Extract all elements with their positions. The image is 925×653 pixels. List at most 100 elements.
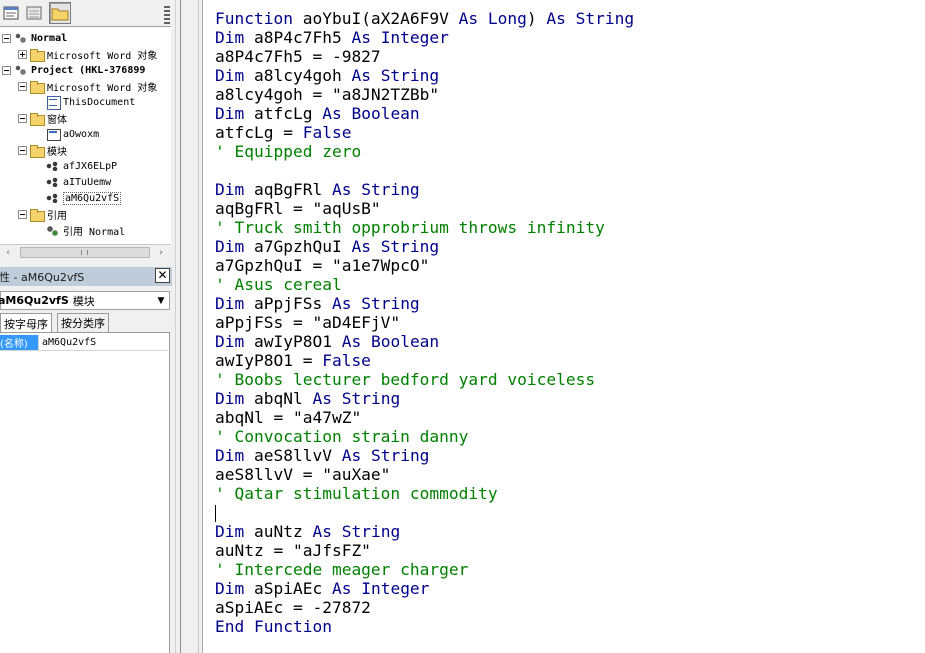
property-row-name[interactable]: (名称) aM6Qu2vfS xyxy=(0,335,168,351)
code-keyword: Dim xyxy=(215,294,245,313)
code-line[interactable]: aqBgFRl = "aqUsB" xyxy=(215,199,925,218)
code-comment: ' Qatar stimulation commodity xyxy=(215,484,498,503)
tree-item-label: Microsoft Word 对象 xyxy=(47,50,158,62)
view-object-button[interactable] xyxy=(23,2,45,24)
tab-categorized[interactable]: 按分类序 xyxy=(57,313,109,332)
tree-item[interactable]: Microsoft Word 对象 xyxy=(18,46,157,62)
scroll-thumb[interactable] xyxy=(20,247,150,258)
code-line[interactable]: awIyP8O1 = False xyxy=(215,351,925,370)
tree-item[interactable]: afJX6ELpP xyxy=(46,158,117,174)
toolbar-overflow-grip[interactable] xyxy=(162,4,172,24)
scroll-right-arrow-icon[interactable]: › xyxy=(153,245,169,261)
code-line[interactable]: Function aoYbuI(aX2A6F9V As Long) As Str… xyxy=(215,9,925,28)
code-line[interactable]: Dim abqNl As String xyxy=(215,389,925,408)
code-line[interactable]: ' Truck smith opprobrium throws infinity xyxy=(215,218,925,237)
code-line[interactable]: Dim a8P4c7Fh5 As Integer xyxy=(215,28,925,47)
tab-alphabetic[interactable]: 按字母序 xyxy=(0,313,52,333)
code-line[interactable]: ' Asus cereal xyxy=(215,275,925,294)
code-keyword: False xyxy=(302,123,352,142)
tree-item[interactable]: Project (HKL-376899 xyxy=(2,62,145,78)
object-selector-dropdown[interactable]: aM6Qu2vfS 模块 ▼ xyxy=(0,291,170,310)
scroll-left-arrow-icon[interactable]: ‹ xyxy=(0,245,16,261)
code-text: aPpjFSs = "aD4EFjV" xyxy=(215,313,401,332)
collapse-minus-icon[interactable] xyxy=(2,65,11,75)
code-line[interactable]: Dim aPpjFSs As String xyxy=(215,294,925,313)
code-line[interactable]: Dim aeS8llvV As String xyxy=(215,446,925,465)
code-line[interactable]: Dim auNtz As String xyxy=(215,522,925,541)
code-line[interactable]: abqNl = "a47wZ" xyxy=(215,408,925,427)
margin-indicator-bar[interactable] xyxy=(181,0,203,653)
code-text: auNtz xyxy=(244,522,313,541)
tree-item[interactable]: 模块 xyxy=(18,142,67,158)
code-keyword: As String xyxy=(331,294,420,313)
collapse-minus-icon[interactable] xyxy=(18,209,27,219)
code-line[interactable]: aeS8llvV = "auXae" xyxy=(215,465,925,484)
tree-item-label: 模块 xyxy=(47,146,67,158)
code-line[interactable]: Dim atfcLg As Boolean xyxy=(215,104,925,123)
chevron-down-icon[interactable]: ▼ xyxy=(153,292,169,309)
code-text: aqBgFRl = "aqUsB" xyxy=(215,199,381,218)
close-button[interactable]: ✕ xyxy=(155,268,170,283)
code-line[interactable]: ' Equipped zero xyxy=(215,142,925,161)
tree-item[interactable]: ThisDocument xyxy=(46,94,135,110)
code-line[interactable]: a7GpzhQuI = "a1e7WpcO" xyxy=(215,256,925,275)
code-line[interactable]: a8lcy4goh = "a8JN2TZBb" xyxy=(215,85,925,104)
code-line[interactable]: Dim awIyP8O1 As Boolean xyxy=(215,332,925,351)
tree-item[interactable]: aOwoxm xyxy=(46,126,99,142)
code-line[interactable]: End Function xyxy=(215,617,925,636)
tree-item[interactable]: Microsoft Word 对象 xyxy=(18,78,157,94)
code-keyword: As Integer xyxy=(351,28,449,47)
collapse-minus-icon[interactable] xyxy=(18,81,27,91)
code-keyword: As String xyxy=(312,389,401,408)
code-line[interactable]: ​ xyxy=(215,161,925,180)
code-line[interactable]: Dim a7GpzhQuI As String xyxy=(215,237,925,256)
tree-item[interactable]: 引用 xyxy=(18,206,67,222)
collapse-minus-icon[interactable] xyxy=(18,145,27,155)
code-text: aqBgFRl xyxy=(244,180,332,199)
code-line[interactable]: aSpiAEc = -27872 xyxy=(215,598,925,617)
code-line[interactable]: ' Convocation strain danny xyxy=(215,427,925,446)
tree-item-label: afJX6ELpP xyxy=(63,160,118,172)
tree-item-label: aITuUemw xyxy=(63,176,112,188)
code-window[interactable]: Function aoYbuI(aX2A6F9V As Long) As Str… xyxy=(180,0,925,653)
code-line[interactable]: ' Intercede meager charger xyxy=(215,560,925,579)
code-line[interactable]: a8P4c7Fh5 = -9827 xyxy=(215,47,925,66)
left-panel: Normal Microsoft Word 对象 Project (HKL-3768… xyxy=(0,0,175,653)
code-line[interactable]: auNtz = "aJfsFZ" xyxy=(215,541,925,560)
tree-item[interactable]: 引用 Normal xyxy=(46,222,125,238)
tree-item[interactable]: 窗体 xyxy=(18,110,67,126)
tree-item[interactable]: aITuUemw xyxy=(46,174,111,190)
property-value[interactable]: aM6Qu2vfS xyxy=(38,335,168,350)
code-keyword: Dim xyxy=(215,180,245,199)
code-line[interactable]: Dim aqBgFRl As String xyxy=(215,180,925,199)
code-line[interactable]: ' Qatar stimulation commodity xyxy=(215,484,925,503)
code-line[interactable] xyxy=(215,503,925,522)
code-keyword: As Long xyxy=(458,9,527,28)
code-editor[interactable]: Function aoYbuI(aX2A6F9V As Long) As Str… xyxy=(215,9,925,636)
code-text: a7GpzhQuI = "a1e7WpcO" xyxy=(215,256,430,275)
code-line[interactable]: ' Boobs lecturer bedford yard voiceless xyxy=(215,370,925,389)
code-keyword: Function xyxy=(215,9,293,28)
tree-item-label: aM6Qu2vfS xyxy=(63,191,122,205)
code-keyword: Dim xyxy=(215,237,245,256)
expand-plus-icon[interactable] xyxy=(18,49,27,59)
collapse-minus-icon[interactable] xyxy=(2,33,11,43)
collapse-minus-icon[interactable] xyxy=(18,113,27,123)
code-keyword: As Integer xyxy=(331,579,430,598)
tree-horizontal-scrollbar[interactable]: ‹ › xyxy=(0,244,171,260)
code-keyword: Dim xyxy=(215,446,245,465)
tree-item[interactable]: Normal xyxy=(2,30,67,46)
code-line[interactable]: Dim aSpiAEc As Integer xyxy=(215,579,925,598)
code-line[interactable]: Dim a8lcy4goh As String xyxy=(215,66,925,85)
tree-item[interactable]: aM6Qu2vfS xyxy=(46,190,122,206)
code-text: aSpiAEc = -27872 xyxy=(215,598,371,617)
code-keyword: As Boolean xyxy=(322,104,420,123)
toggle-folders-button[interactable] xyxy=(49,2,71,24)
code-line[interactable]: atfcLg = False xyxy=(215,123,925,142)
module-icon xyxy=(46,176,60,188)
folder-icon xyxy=(30,208,45,222)
code-comment: ' Boobs lecturer bedford yard voiceless xyxy=(215,370,596,389)
tree-item-label: 引用 Normal xyxy=(63,226,126,238)
view-code-button[interactable] xyxy=(0,2,22,24)
code-line[interactable]: aPpjFSs = "aD4EFjV" xyxy=(215,313,925,332)
